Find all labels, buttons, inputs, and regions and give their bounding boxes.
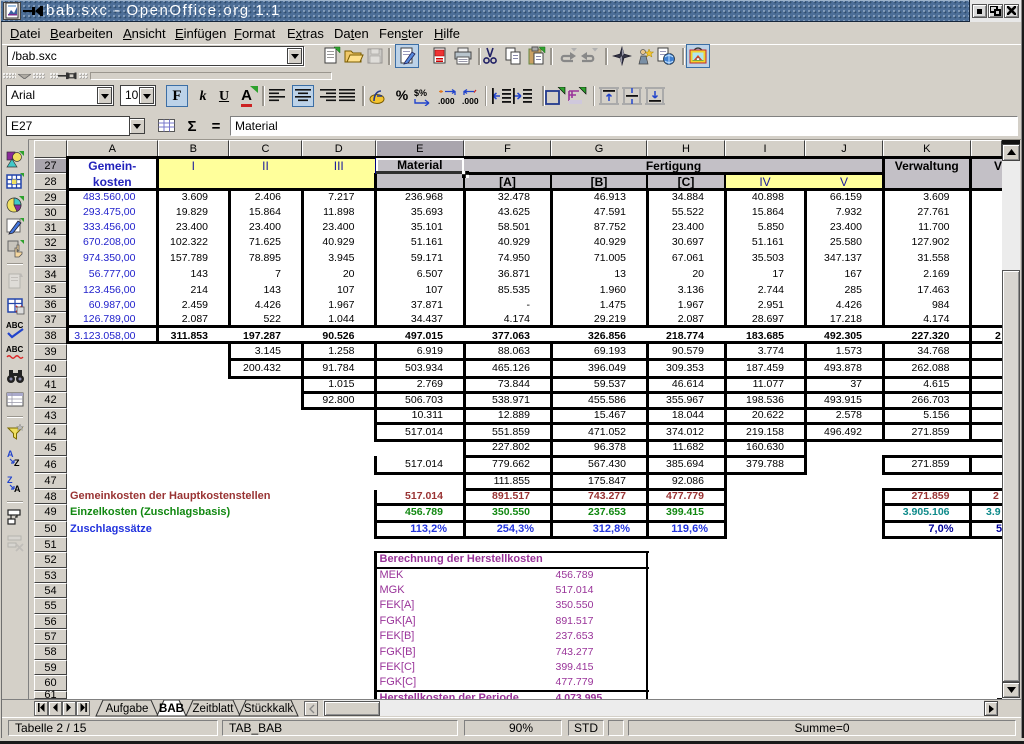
svg-text:ABC: ABC bbox=[6, 345, 24, 354]
svg-text:.000: .000 bbox=[438, 96, 455, 106]
svg-text:Aufgabe: Aufgabe bbox=[106, 703, 149, 715]
svg-text:ABC: ABC bbox=[6, 321, 24, 330]
svg-text:.000: .000 bbox=[462, 96, 479, 106]
svg-text:Stückkalk: Stückkalk bbox=[244, 703, 293, 715]
svg-text:BAB: BAB bbox=[159, 703, 184, 715]
svg-text:A: A bbox=[14, 484, 21, 494]
svg-text:Zeitblatt: Zeitblatt bbox=[193, 703, 235, 715]
svg-text:Z: Z bbox=[14, 458, 20, 468]
svg-text:$%: $% bbox=[414, 88, 427, 98]
svg-text:A: A bbox=[7, 449, 14, 459]
svg-text:Z: Z bbox=[7, 475, 13, 485]
